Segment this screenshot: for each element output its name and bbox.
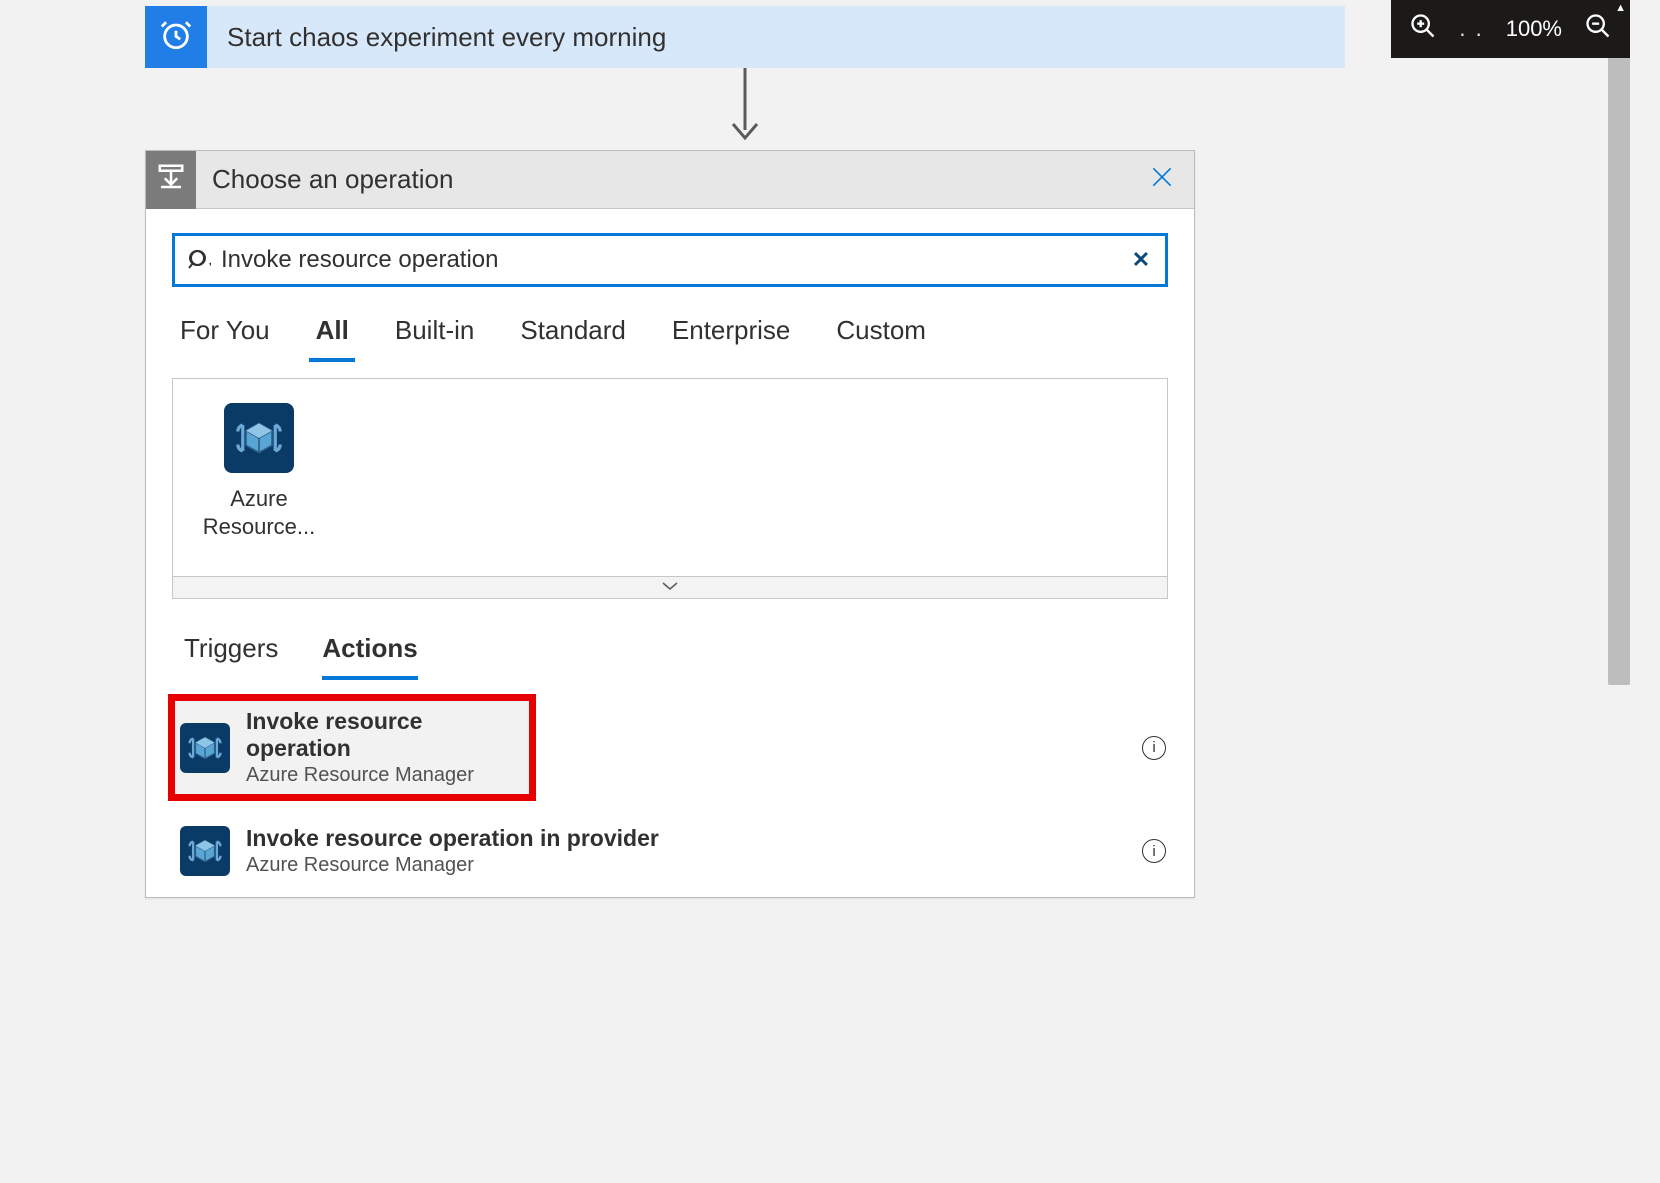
connector-results-box: Azure Resource... [172, 378, 1168, 577]
panel-header-tile [146, 151, 196, 209]
tab-custom[interactable]: Custom [836, 315, 926, 356]
search-input[interactable] [213, 246, 1127, 274]
connector-category-tabs: For You All Built-in Standard Enterprise… [172, 315, 1168, 356]
zoom-level-label: 100% [1506, 16, 1562, 42]
action-info-button[interactable]: i [1142, 839, 1166, 863]
action-invoke-resource-operation-in-provider[interactable]: Invoke resource operation in provider Az… [172, 815, 1166, 887]
tab-enterprise[interactable]: Enterprise [672, 315, 791, 356]
action-info-button[interactable]: i [1142, 736, 1166, 760]
panel-body: ✕ For You All Built-in Standard Enterpri… [146, 209, 1194, 897]
trigger-title: Start chaos experiment every morning [207, 22, 666, 53]
vertical-scrollbar[interactable] [1608, 0, 1630, 685]
tab-actions[interactable]: Actions [322, 633, 417, 674]
zoom-toolbar: . . 100% ▲ [1391, 0, 1630, 58]
chevron-down-icon [661, 579, 679, 597]
zoom-out-icon[interactable] [1584, 12, 1612, 46]
zoom-caret-icon: ▲ [1615, 2, 1626, 14]
flow-connector [145, 68, 1345, 150]
operation-type-tabs: Triggers Actions [172, 633, 1168, 674]
tab-for-you[interactable]: For You [180, 315, 270, 356]
tab-triggers[interactable]: Triggers [184, 633, 278, 674]
search-icon [185, 248, 213, 272]
connector-azure-resource-manager[interactable]: Azure Resource... [199, 403, 319, 540]
choose-operation-panel: Choose an operation [145, 150, 1195, 898]
arm-action-icon [180, 723, 230, 773]
info-icon: i [1152, 843, 1155, 860]
zoom-in-icon[interactable] [1409, 12, 1437, 46]
tab-standard[interactable]: Standard [520, 315, 626, 356]
action-results-list: Invoke resource operation Azure Resource… [172, 698, 1168, 897]
arm-action-icon [180, 826, 230, 876]
action-invoke-resource-operation[interactable]: Invoke resource operation Azure Resource… [172, 698, 532, 797]
action-title: Invoke resource operation [246, 708, 524, 762]
designer-canvas: . . 100% ▲ Start chaos experiment every … [30, 0, 1630, 1183]
trigger-tile [145, 6, 207, 68]
clear-icon: ✕ [1132, 247, 1150, 273]
info-icon: i [1152, 739, 1155, 756]
collapse-connectors-toggle[interactable] [172, 577, 1168, 599]
zoom-separator: . . [1459, 16, 1483, 42]
connector-label: Azure Resource... [203, 485, 316, 540]
tab-built-in[interactable]: Built-in [395, 315, 474, 356]
action-subtitle: Azure Resource Manager [246, 854, 659, 877]
action-subtitle: Azure Resource Manager [246, 764, 524, 787]
close-icon [1149, 164, 1175, 195]
panel-title: Choose an operation [196, 164, 453, 195]
close-panel-button[interactable] [1142, 151, 1182, 208]
operation-picker-icon [156, 162, 186, 197]
operation-search: ✕ [172, 233, 1168, 287]
panel-header: Choose an operation [146, 151, 1194, 209]
trigger-step-card[interactable]: Start chaos experiment every morning [145, 6, 1345, 68]
tab-all[interactable]: All [316, 315, 349, 356]
clock-recurrence-icon [159, 18, 193, 57]
action-title: Invoke resource operation in provider [246, 825, 659, 852]
clear-search-button[interactable]: ✕ [1127, 246, 1155, 274]
arm-connector-icon [224, 403, 294, 473]
